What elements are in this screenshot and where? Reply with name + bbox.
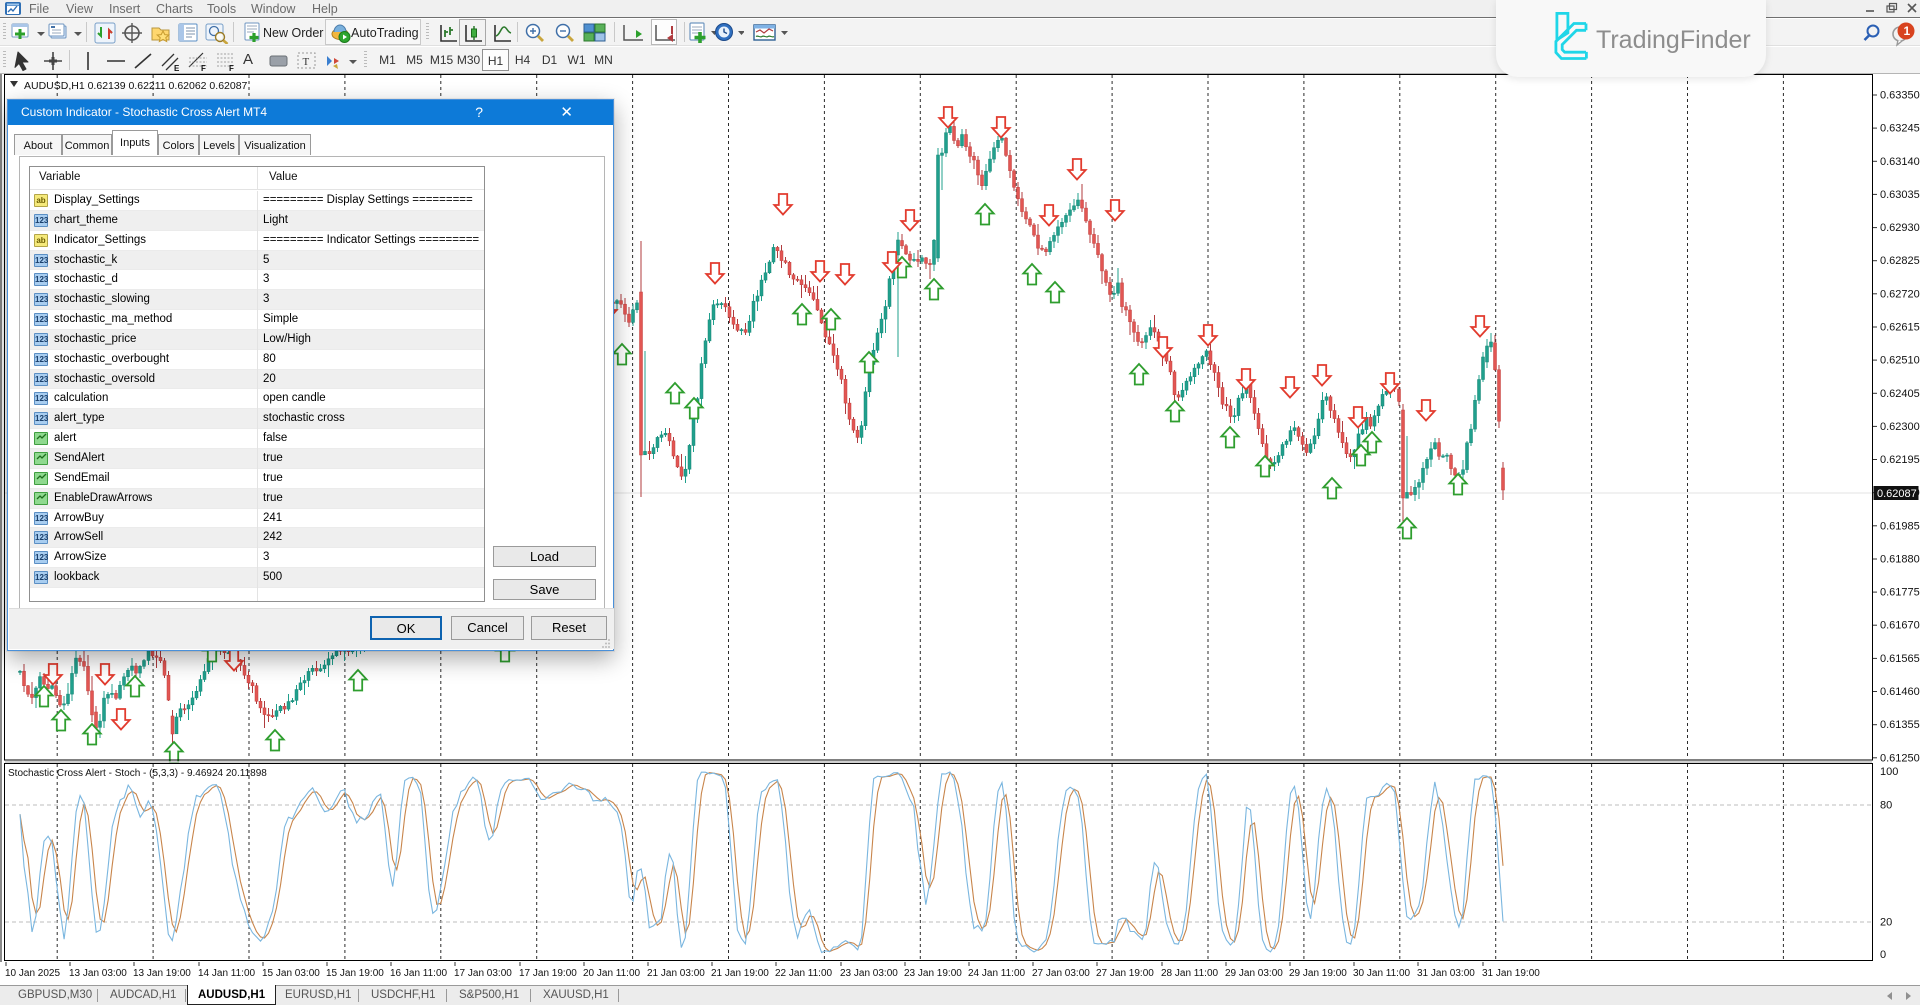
svg-text:29 Jan 03:00: 29 Jan 03:00 — [1225, 968, 1283, 979]
svg-text:0.61670: 0.61670 — [1880, 620, 1920, 632]
svg-text:17 Jan 19:00: 17 Jan 19:00 — [519, 968, 577, 979]
svg-text:100: 100 — [1880, 766, 1898, 778]
svg-text:80: 80 — [1880, 800, 1892, 812]
svg-text:0.61565: 0.61565 — [1880, 653, 1920, 665]
svg-text:23 Jan 03:00: 23 Jan 03:00 — [840, 968, 898, 979]
svg-text:10 Jan 2025: 10 Jan 2025 — [5, 968, 60, 979]
svg-text:0.61460: 0.61460 — [1880, 686, 1920, 698]
svg-text:28 Jan 11:00: 28 Jan 11:00 — [1161, 968, 1219, 979]
svg-text:22 Jan 11:00: 22 Jan 11:00 — [775, 968, 833, 979]
svg-text:0.61880: 0.61880 — [1880, 554, 1920, 566]
svg-text:AUDUSD,H1 0.62139 0.62211 0.6: AUDUSD,H1 0.62139 0.62211 0.62062 0.6208… — [24, 80, 248, 92]
svg-text:27 Jan 03:00: 27 Jan 03:00 — [1032, 968, 1090, 979]
svg-text:13 Jan 19:00: 13 Jan 19:00 — [133, 968, 191, 979]
svg-text:29 Jan 19:00: 29 Jan 19:00 — [1289, 968, 1347, 979]
svg-text:0.62405: 0.62405 — [1880, 388, 1920, 400]
svg-text:0.62930: 0.62930 — [1880, 222, 1920, 234]
svg-text:17 Jan 03:00: 17 Jan 03:00 — [454, 968, 512, 979]
svg-text:Stochastic Cross Alert - Stoch: Stochastic Cross Alert - Stoch - (5,3,3)… — [8, 768, 267, 779]
svg-text:13 Jan 03:00: 13 Jan 03:00 — [69, 968, 127, 979]
svg-text:20 Jan 11:00: 20 Jan 11:00 — [583, 968, 641, 979]
svg-text:24 Jan 11:00: 24 Jan 11:00 — [968, 968, 1026, 979]
svg-text:0.62300: 0.62300 — [1880, 421, 1920, 433]
svg-text:31 Jan 19:00: 31 Jan 19:00 — [1482, 968, 1540, 979]
svg-text:30 Jan 11:00: 30 Jan 11:00 — [1353, 968, 1411, 979]
svg-text:0: 0 — [1880, 949, 1886, 961]
svg-text:16 Jan 11:00: 16 Jan 11:00 — [390, 968, 448, 979]
svg-text:0.61775: 0.61775 — [1880, 587, 1920, 599]
svg-text:0.63035: 0.63035 — [1880, 189, 1920, 201]
svg-text:0.62510: 0.62510 — [1880, 355, 1920, 367]
svg-text:0.62615: 0.62615 — [1880, 322, 1920, 334]
svg-text:0.62087: 0.62087 — [1877, 488, 1917, 500]
svg-text:20: 20 — [1880, 917, 1892, 929]
svg-text:15 Jan 03:00: 15 Jan 03:00 — [262, 968, 320, 979]
svg-text:21 Jan 19:00: 21 Jan 19:00 — [711, 968, 769, 979]
svg-text:0.62720: 0.62720 — [1880, 288, 1920, 300]
svg-text:14 Jan 11:00: 14 Jan 11:00 — [198, 968, 256, 979]
svg-text:0.61355: 0.61355 — [1880, 719, 1920, 731]
svg-text:0.63350: 0.63350 — [1880, 90, 1920, 102]
svg-text:0.63245: 0.63245 — [1880, 123, 1920, 135]
svg-text:15 Jan 19:00: 15 Jan 19:00 — [326, 968, 384, 979]
svg-text:31 Jan 03:00: 31 Jan 03:00 — [1417, 968, 1475, 979]
svg-text:0.63140: 0.63140 — [1880, 156, 1920, 168]
svg-text:0.62195: 0.62195 — [1880, 454, 1920, 466]
svg-text:0.62825: 0.62825 — [1880, 255, 1920, 267]
svg-text:0.61250: 0.61250 — [1880, 752, 1920, 764]
svg-text:27 Jan 19:00: 27 Jan 19:00 — [1096, 968, 1154, 979]
svg-text:21 Jan 03:00: 21 Jan 03:00 — [647, 968, 705, 979]
svg-text:1: 1 — [1904, 24, 1911, 38]
svg-text:0.61985: 0.61985 — [1880, 520, 1920, 532]
svg-text:23 Jan 19:00: 23 Jan 19:00 — [904, 968, 962, 979]
